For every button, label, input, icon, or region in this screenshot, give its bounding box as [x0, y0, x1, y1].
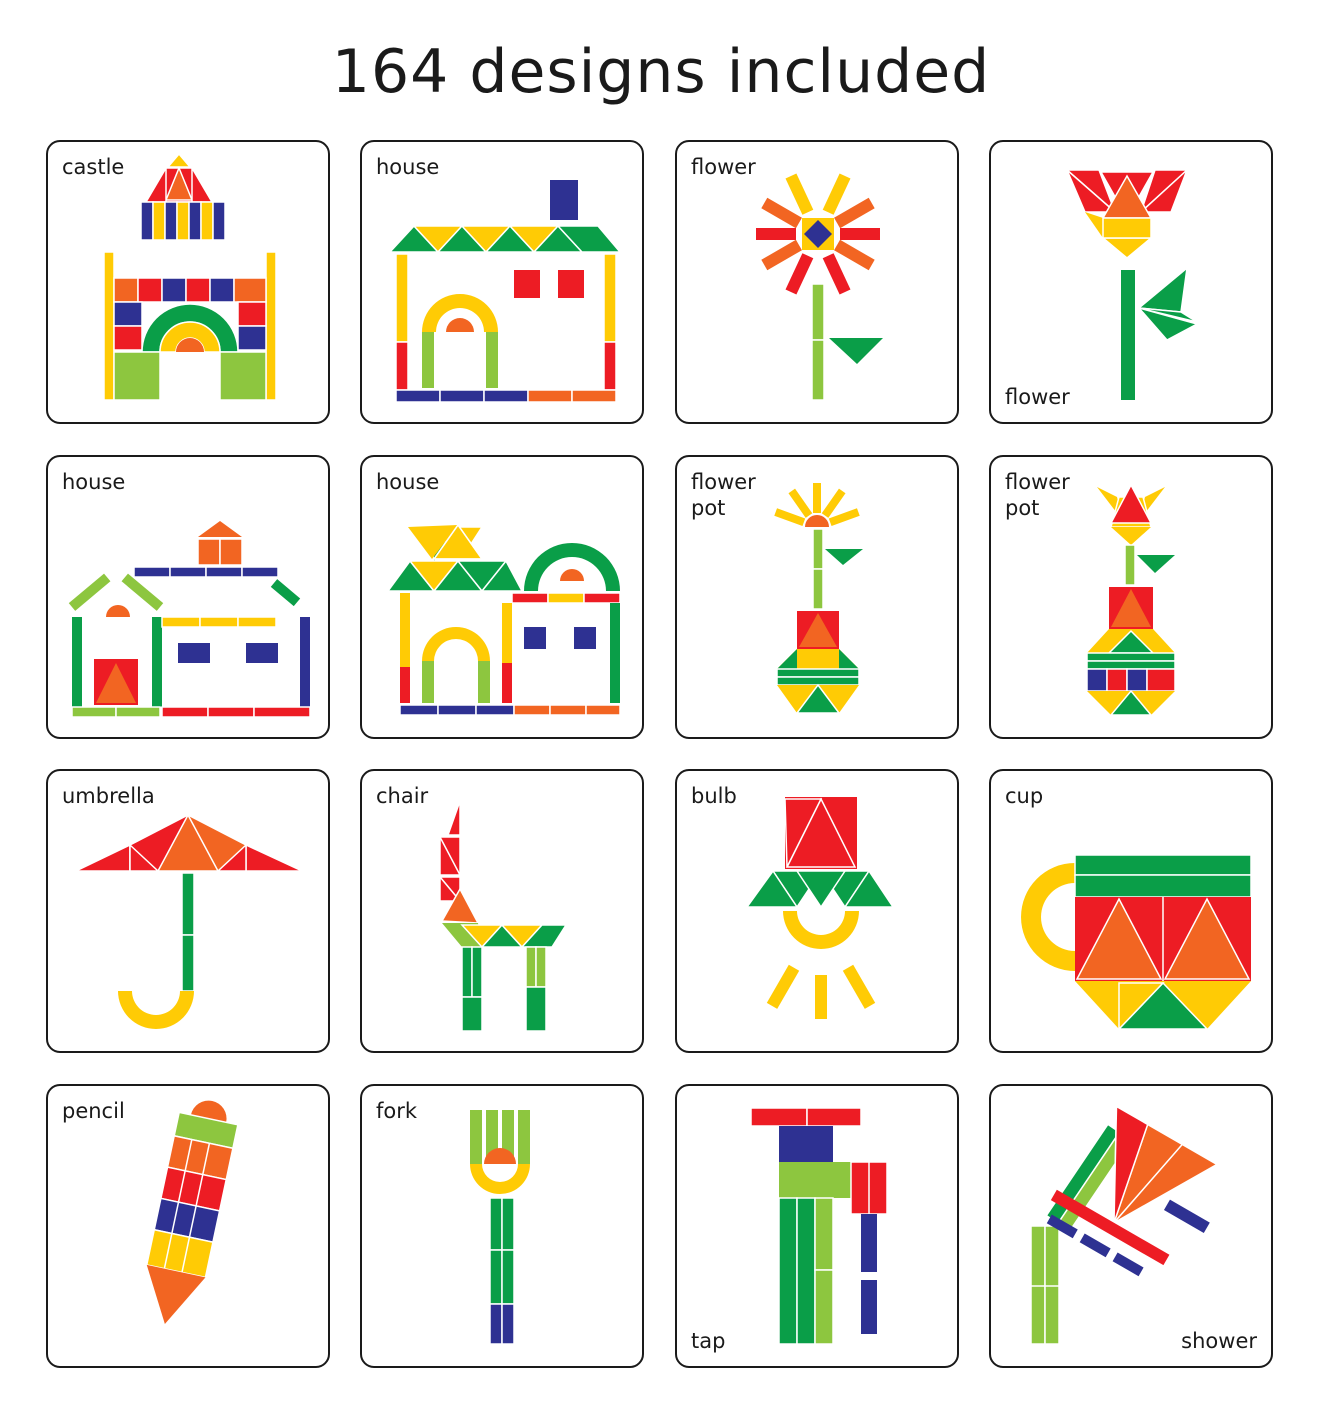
design-card-house[interactable]: house — [360, 140, 644, 424]
design-card-fork[interactable]: fork — [360, 1084, 644, 1368]
house-icon — [386, 523, 621, 716]
design-card-flower[interactable]: flower — [989, 140, 1273, 424]
umbrella-icon — [75, 813, 303, 1029]
chair-icon — [438, 800, 568, 1032]
design-card-flower[interactable]: flower — [675, 140, 959, 424]
cup-icon — [1021, 854, 1252, 1031]
design-card-chair[interactable]: chair — [360, 769, 644, 1053]
design-card-house[interactable]: house — [46, 455, 330, 739]
card-label: flower pot — [1005, 470, 1070, 520]
card-label: house — [376, 155, 440, 179]
design-card-tap[interactable]: tap — [675, 1084, 959, 1368]
tap-icon — [750, 1107, 888, 1345]
shower-icon — [1030, 1105, 1219, 1345]
design-card-flower-pot[interactable]: flower pot — [989, 455, 1273, 739]
card-label: house — [62, 470, 126, 494]
card-label: shower — [1181, 1329, 1257, 1353]
tulip-icon — [1065, 169, 1200, 400]
card-label: flower — [1005, 385, 1070, 409]
house-icon — [388, 180, 622, 403]
design-card-pencil[interactable]: pencil — [46, 1084, 330, 1368]
card-label: castle — [62, 155, 125, 179]
card-label: house — [376, 470, 440, 494]
design-card-shower[interactable]: shower — [989, 1084, 1273, 1368]
fork-icon — [470, 1110, 530, 1345]
card-label: bulb — [691, 784, 737, 808]
bulb-icon — [745, 797, 895, 1019]
card-label: pencil — [62, 1099, 125, 1123]
card-label: chair — [376, 784, 429, 808]
card-label: flower — [691, 155, 756, 179]
pencil-icon — [145, 1100, 239, 1324]
card-label: tap — [691, 1329, 726, 1353]
card-label: fork — [376, 1099, 418, 1123]
card-label: cup — [1005, 784, 1044, 808]
house-icon — [68, 521, 311, 718]
design-card-umbrella[interactable]: umbrella — [46, 769, 330, 1053]
design-card-castle[interactable]: castle — [46, 140, 330, 424]
castle-icon — [103, 152, 277, 401]
card-label: umbrella — [62, 784, 155, 808]
design-grid: castle house flower flower house house f… — [0, 0, 1322, 1413]
design-card-cup[interactable]: cup — [989, 769, 1273, 1053]
sunflower-icon — [756, 173, 883, 401]
card-label: flower pot — [691, 470, 756, 520]
design-card-bulb[interactable]: bulb — [675, 769, 959, 1053]
design-card-flower-pot[interactable]: flower pot — [675, 455, 959, 739]
design-card-house[interactable]: house — [360, 455, 644, 739]
